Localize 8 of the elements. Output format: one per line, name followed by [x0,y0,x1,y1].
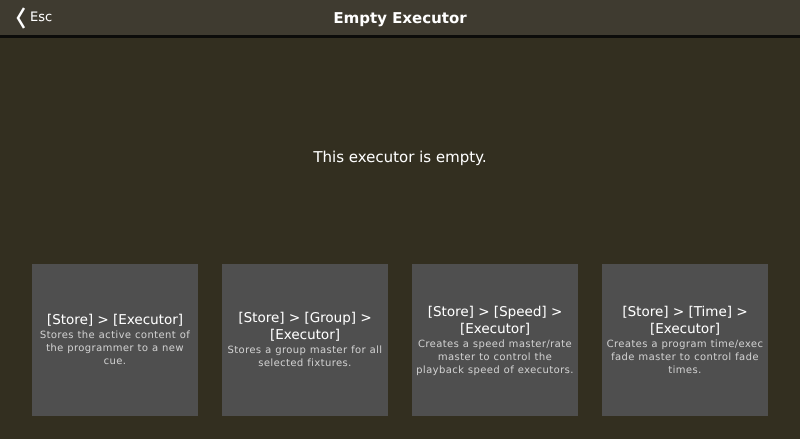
store-option-button[interactable]: [Store] > [Time] > [Executor] Creates a program time/exec fade master to control fade times. [602,264,768,416]
empty-message: This executor is empty. [313,148,487,166]
store-option-button[interactable]: [Store] > [Speed] > [Executor] Creates a speed master/rate master to control the playback speed of executors. [412,264,578,416]
esc-button[interactable]: Esc [0,0,52,35]
store-option-button[interactable]: [Store] > [Group] > [Executor] Stores a group master for all selected fixtures. [222,264,388,416]
store-option-button[interactable]: [Store] > [Executor] Stores the active content of the programmer to a new cue. [32,264,198,416]
chevron-left-icon [16,6,26,28]
window-title: Empty Executor [333,8,467,26]
